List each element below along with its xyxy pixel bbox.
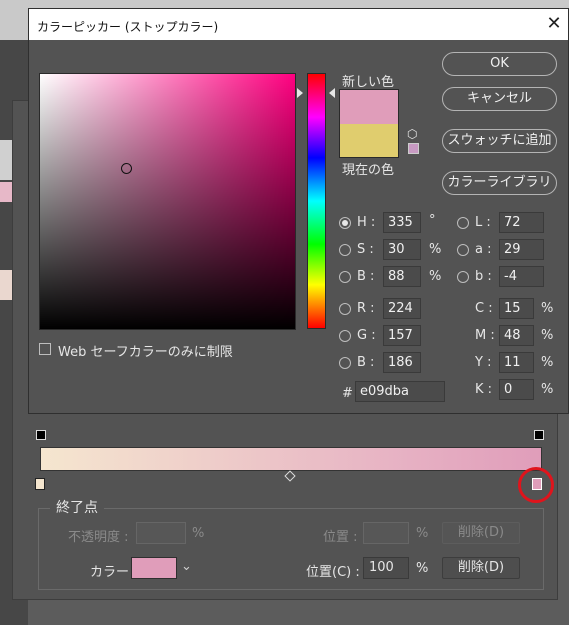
green-label: G : xyxy=(357,328,376,343)
radio-green[interactable] xyxy=(339,330,351,342)
delete-button[interactable]: 削除(D) xyxy=(442,557,520,579)
cyan-unit: % xyxy=(541,301,554,316)
yellow-field[interactable]: 11 xyxy=(499,352,534,373)
color-field[interactable] xyxy=(39,73,296,330)
radio-lab-l[interactable] xyxy=(457,217,469,229)
highlight-circle xyxy=(518,467,554,503)
red-label: R : xyxy=(357,301,375,316)
cyan-label: C : xyxy=(475,301,493,316)
lab-b-label: b : xyxy=(475,269,492,284)
endpoint-group-title: 終了点 xyxy=(50,497,104,517)
brightness-field[interactable]: 88 xyxy=(383,266,421,287)
color-picker-dialog: カラーピッカー (ストップカラー) ✕ 新しい色 現在の色 ⬡ OK キャンセル… xyxy=(28,8,569,414)
magenta-label: M : xyxy=(475,328,495,343)
yellow-label: Y : xyxy=(475,355,492,370)
yellow-unit: % xyxy=(541,355,554,370)
hue-slider-handle-left[interactable] xyxy=(297,88,303,98)
web-safe-swatch[interactable] xyxy=(408,143,419,154)
hex-label: # xyxy=(342,386,353,401)
opacity-label: 不透明度 : xyxy=(68,530,129,545)
blue-field[interactable]: 186 xyxy=(383,352,421,373)
current-color-label: 現在の色 xyxy=(342,163,395,178)
add-to-swatches-button[interactable]: スウォッチに追加 xyxy=(442,129,557,153)
hue-slider[interactable] xyxy=(307,73,326,329)
location-label-disabled: 位置 : xyxy=(323,530,358,545)
opacity-stop-left[interactable] xyxy=(36,430,46,440)
radio-lab-a[interactable] xyxy=(457,244,469,256)
red-field[interactable]: 224 xyxy=(383,298,421,319)
opacity-unit: % xyxy=(192,526,205,541)
location-unit-disabled: % xyxy=(416,526,429,541)
new-color-label: 新しい色 xyxy=(342,75,395,90)
lab-a-label: a : xyxy=(475,242,492,257)
hue-label: H : xyxy=(357,215,376,230)
cancel-button[interactable]: キャンセル xyxy=(442,87,557,111)
opacity-stop-right[interactable] xyxy=(534,430,544,440)
cyan-field[interactable]: 15 xyxy=(499,298,534,319)
radio-hue[interactable] xyxy=(339,217,351,229)
ok-button[interactable]: OK xyxy=(442,52,557,76)
color-field-cursor[interactable] xyxy=(121,163,132,174)
location-field[interactable]: 100 xyxy=(363,557,409,579)
radio-saturation[interactable] xyxy=(339,244,351,256)
hue-field[interactable]: 335 xyxy=(383,212,421,233)
opacity-field xyxy=(136,522,186,544)
black-unit: % xyxy=(541,382,554,397)
blue-label: B : xyxy=(357,355,375,370)
saturation-unit: % xyxy=(429,242,442,257)
cube-icon[interactable]: ⬡ xyxy=(407,127,417,141)
lab-l-label: L : xyxy=(475,215,491,230)
location-label: 位置(C) : xyxy=(306,565,360,580)
new-color-swatch xyxy=(339,89,399,124)
hue-unit: ° xyxy=(429,213,436,228)
hue-slider-handle-right[interactable] xyxy=(329,88,335,98)
magenta-field[interactable]: 48 xyxy=(499,325,534,346)
web-safe-checkbox[interactable] xyxy=(39,343,51,355)
radio-brightness[interactable] xyxy=(339,271,351,283)
lab-a-field[interactable]: 29 xyxy=(499,239,544,260)
radio-red[interactable] xyxy=(339,303,351,315)
black-field[interactable]: 0 xyxy=(499,379,534,400)
saturation-label: S : xyxy=(357,242,374,257)
magenta-unit: % xyxy=(541,328,554,343)
radio-blue[interactable] xyxy=(339,357,351,369)
delete-button-disabled: 削除(D) xyxy=(442,522,520,544)
color-library-button[interactable]: カラーライブラリ xyxy=(442,171,557,195)
location-unit: % xyxy=(416,561,429,576)
lab-b-field[interactable]: -4 xyxy=(499,266,544,287)
green-field[interactable]: 157 xyxy=(383,325,421,346)
hex-field[interactable]: e09dba xyxy=(355,381,445,402)
current-color-swatch[interactable] xyxy=(339,124,399,158)
brightness-label: B : xyxy=(357,269,375,284)
color-stop-left[interactable] xyxy=(35,478,45,490)
title-bar: カラーピッカー (ストップカラー) ✕ xyxy=(29,9,568,40)
dialog-title: カラーピッカー (ストップカラー) xyxy=(37,20,219,34)
web-safe-label: Web セーフカラーのみに制限 xyxy=(58,345,233,360)
brightness-unit: % xyxy=(429,269,442,284)
location-field-disabled xyxy=(363,522,409,544)
gradient-preview-bar[interactable] xyxy=(40,447,542,471)
black-label: K : xyxy=(475,382,493,397)
close-icon[interactable]: ✕ xyxy=(543,13,565,35)
stop-color-swatch[interactable] xyxy=(131,557,177,579)
chevron-down-icon[interactable]: ⌄ xyxy=(181,559,192,574)
saturation-field[interactable]: 30 xyxy=(383,239,421,260)
radio-lab-b[interactable] xyxy=(457,271,469,283)
lab-l-field[interactable]: 72 xyxy=(499,212,544,233)
